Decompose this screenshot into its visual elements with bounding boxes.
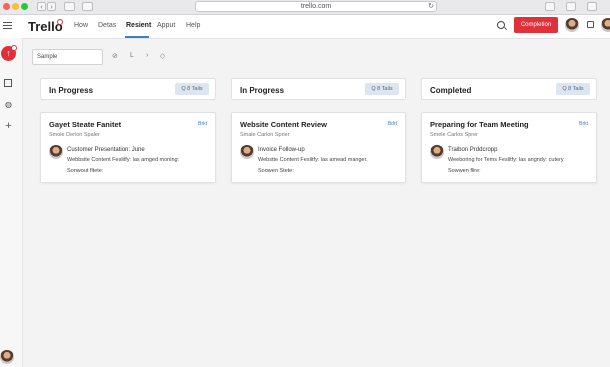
column-header-completed[interactable]: Completed Q 8 Tails	[421, 78, 597, 100]
nav-resient[interactable]: Resient	[126, 22, 151, 29]
new-tab-icon[interactable]	[566, 2, 576, 11]
column-header-in-progress-2[interactable]: In Progress Q 8 Tails	[231, 78, 406, 100]
tasks-filter-button[interactable]: Q 8 Tails	[556, 83, 590, 95]
assignee-avatar	[430, 145, 444, 159]
card-edit-link[interactable]: Bdrt	[388, 121, 397, 127]
card-line: Webstte Content Feslitfy: las amead mang…	[258, 157, 368, 163]
card-edit-link[interactable]: Brkt	[579, 121, 588, 127]
completion-button[interactable]: Completion	[514, 17, 558, 33]
card-line: Weeboring for Tems Feslitfy: las angndy:…	[448, 157, 564, 163]
plus-icon[interactable]: +	[4, 121, 13, 132]
card-title: Gayet Steate Fanitet	[49, 120, 122, 129]
task-card[interactable]: Website Content Review Smale Carlon Spri…	[231, 112, 406, 183]
card-title: Website Content Review	[240, 120, 327, 129]
task-card[interactable]: Preparing for Team Meeting Smele Carlos …	[421, 112, 597, 183]
card-line: Webbsite Content Feslitfy: las amged mon…	[67, 157, 180, 163]
palette-icon[interactable]: ◍	[4, 100, 13, 109]
share-icon[interactable]	[545, 2, 555, 11]
board-icon[interactable]	[4, 79, 12, 87]
search-icon[interactable]	[497, 21, 507, 30]
column-title: Completed	[430, 86, 472, 95]
card-line: Sowwen flire:	[448, 168, 481, 174]
card-subtitle: Smole Derion Spaler	[49, 132, 100, 138]
card-line: Soowen Stete:	[258, 168, 294, 174]
task-card[interactable]: Gayet Steate Fanitet Smole Derion Spaler…	[40, 112, 216, 183]
url-text: trello.com	[300, 3, 332, 10]
active-nav-indicator	[125, 36, 149, 38]
notification-badge	[11, 45, 17, 51]
app-header: Trello How Detas Resient Apput Help Comp…	[0, 15, 610, 39]
address-bar[interactable]: trello.com	[195, 1, 437, 12]
column-header-in-progress-1[interactable]: In Progress Q 8 Tails	[40, 78, 216, 100]
board-search-value: Sample	[37, 54, 58, 60]
nav-how[interactable]: How	[74, 22, 88, 29]
secondary-avatar[interactable]	[601, 18, 610, 32]
forward-button[interactable]: ›	[47, 2, 56, 11]
sidebar-toggle-icon[interactable]	[64, 2, 75, 11]
logo-accent-dot	[57, 19, 63, 25]
board-search-input[interactable]: Sample	[32, 49, 103, 65]
next-icon[interactable]: ›	[146, 52, 148, 59]
user-avatar[interactable]	[565, 18, 579, 32]
column-title: In Progress	[240, 86, 285, 95]
column-title: In Progress	[49, 86, 94, 95]
hamburger-menu-icon[interactable]	[3, 22, 12, 29]
nav-apput[interactable]: Apput	[157, 22, 175, 29]
card-title: Preparing for Team Meeting	[430, 120, 529, 129]
card-line: Traibon Prddcropp	[448, 147, 498, 153]
tag-icon[interactable]: ◇	[160, 52, 165, 60]
card-subtitle: Smale Carlon Sprier	[240, 132, 290, 138]
card-line: Invoice Follow-up	[258, 147, 305, 153]
assignee-avatar	[240, 145, 254, 159]
tasks-filter-button[interactable]: Q 8 Tails	[365, 83, 399, 95]
filter-icon[interactable]: ⊘	[112, 52, 118, 60]
tabs-icon[interactable]	[587, 2, 597, 11]
card-line: Sonwout fltete:	[67, 168, 104, 174]
layout-icon[interactable]: L	[130, 52, 134, 59]
left-sidebar	[0, 38, 23, 367]
grid-icon[interactable]	[587, 21, 594, 28]
close-window-dot[interactable]	[3, 3, 10, 10]
card-line: Customer Presentation: June	[67, 147, 145, 153]
browser-chrome: ‹ › trello.com ↻	[0, 0, 610, 15]
nav-detas[interactable]: Detas	[98, 22, 116, 29]
card-edit-link[interactable]: Brkt	[198, 121, 207, 127]
tab-overview-icon[interactable]	[82, 2, 93, 11]
card-subtitle: Smele Carlos Sprer	[430, 132, 478, 138]
tasks-filter-button[interactable]: Q 8 Tails	[175, 83, 209, 95]
back-button[interactable]: ‹	[37, 2, 46, 11]
minimize-window-dot[interactable]	[12, 3, 19, 10]
nav-help[interactable]: Help	[186, 22, 200, 29]
reload-icon[interactable]: ↻	[427, 2, 435, 11]
assignee-avatar	[49, 145, 63, 159]
sidebar-user-avatar[interactable]	[0, 350, 14, 364]
maximize-window-dot[interactable]	[21, 3, 28, 10]
